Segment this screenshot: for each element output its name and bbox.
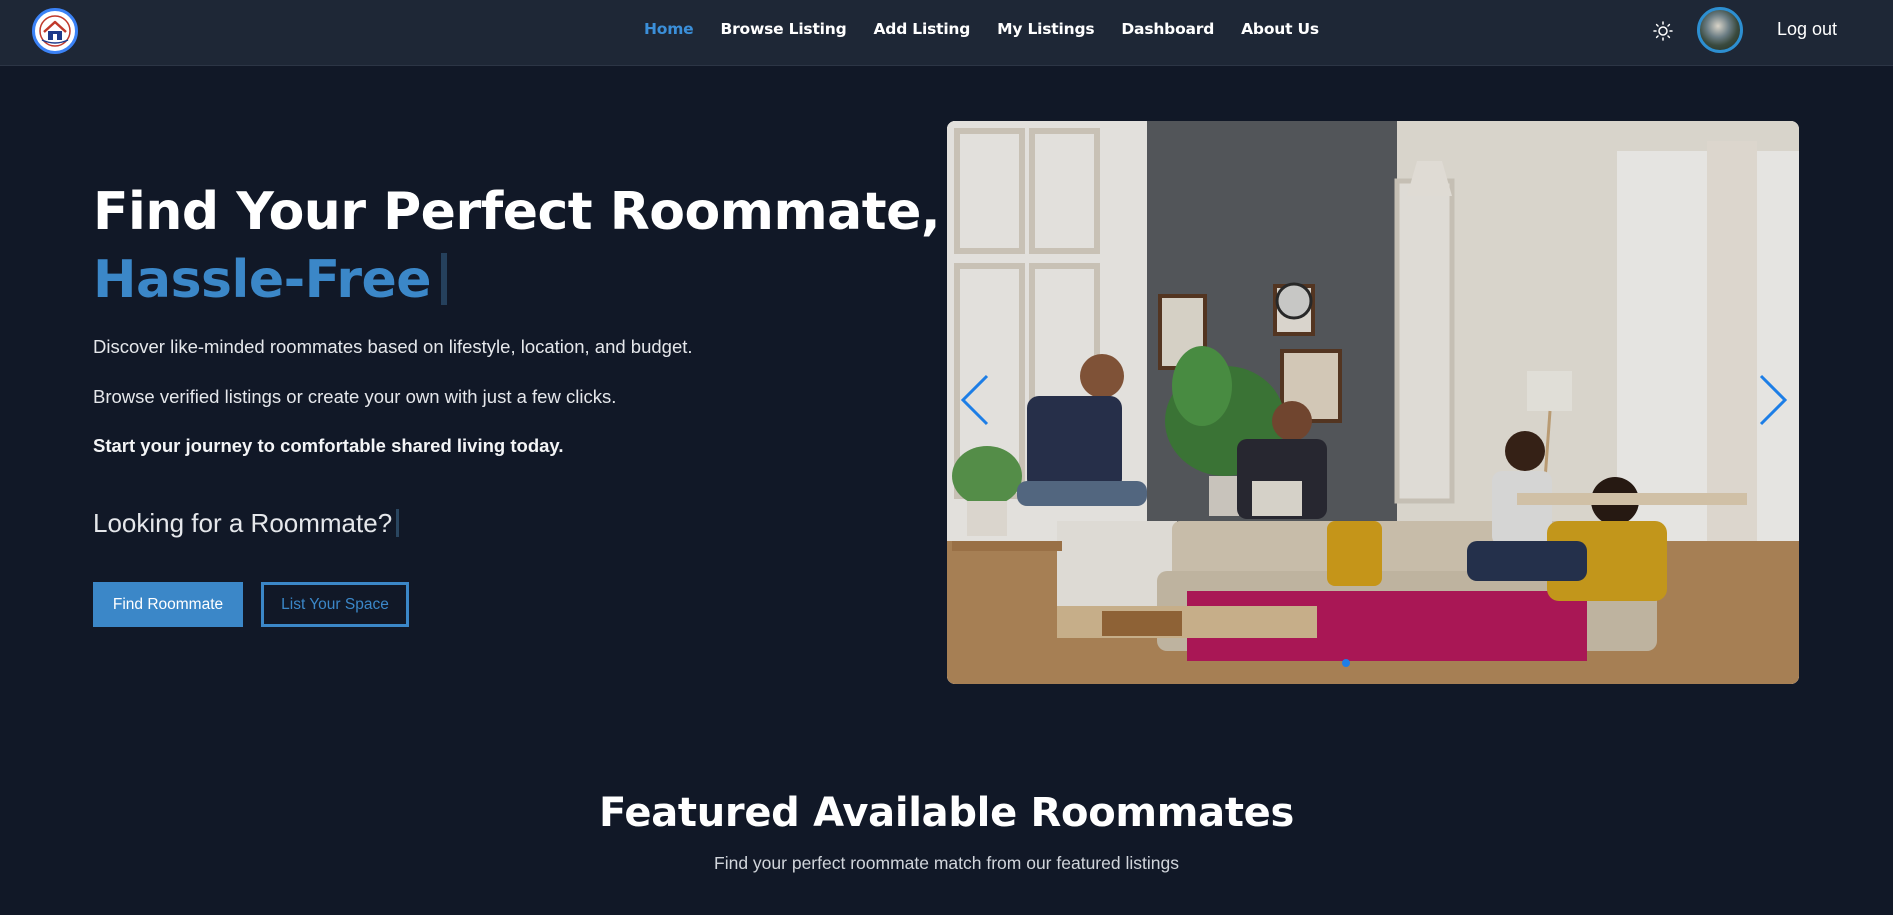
hero-paragraph-3: Start your journey to comfortable shared… [93, 435, 564, 456]
hero-paragraph-1: Discover like-minded roommates based on … [93, 336, 693, 357]
chevron-left-icon[interactable] [957, 372, 993, 428]
hero-title-typed: Hassle-Free [93, 250, 432, 310]
nav-link-browse-listing[interactable]: Browse Listing [720, 20, 846, 38]
hero-title-line2: Hassle-Free [93, 246, 940, 314]
house-logo-icon[interactable] [32, 8, 78, 54]
featured-section-title: Featured Available Roommates [598, 790, 1295, 836]
hero-title: Find Your Perfect Roommate, Hassle-Free [93, 178, 941, 314]
navbar: Home Browse Listing Add Listing My Listi… [0, 0, 1893, 66]
typing-cursor [441, 253, 448, 305]
nav-link-my-listings[interactable]: My Listings [997, 20, 1094, 38]
sun-icon[interactable] [1650, 18, 1676, 44]
main-nav: Home Browse Listing Add Listing My Listi… [644, 20, 1319, 38]
featured-section-subtitle: Find your perfect roommate match from ou… [714, 853, 1179, 873]
looking-text: Looking for a Roommate? [93, 508, 393, 538]
nav-link-dashboard[interactable]: Dashboard [1121, 20, 1214, 38]
nav-link-add-listing[interactable]: Add Listing [874, 20, 971, 38]
typing-cursor-small [396, 509, 400, 537]
find-roommate-button[interactable]: Find Roommate [93, 582, 243, 627]
hero-carousel[interactable] [947, 121, 1799, 684]
nav-link-home[interactable]: Home [644, 20, 694, 38]
chevron-right-icon[interactable] [1755, 372, 1791, 428]
carousel-pagination-dot[interactable] [1342, 659, 1350, 667]
hero-paragraph-2: Browse verified listings or create your … [93, 386, 617, 407]
looking-for-roommate-text: Looking for a Roommate? [93, 508, 400, 539]
logout-button[interactable]: Log out [1777, 19, 1837, 40]
avatar[interactable] [1697, 7, 1743, 53]
list-your-space-button[interactable]: List Your Space [261, 582, 409, 627]
carousel-slide-image [947, 121, 1799, 684]
hero-title-line1: Find Your Perfect Roommate, [93, 182, 941, 242]
nav-link-about-us[interactable]: About Us [1241, 20, 1319, 38]
